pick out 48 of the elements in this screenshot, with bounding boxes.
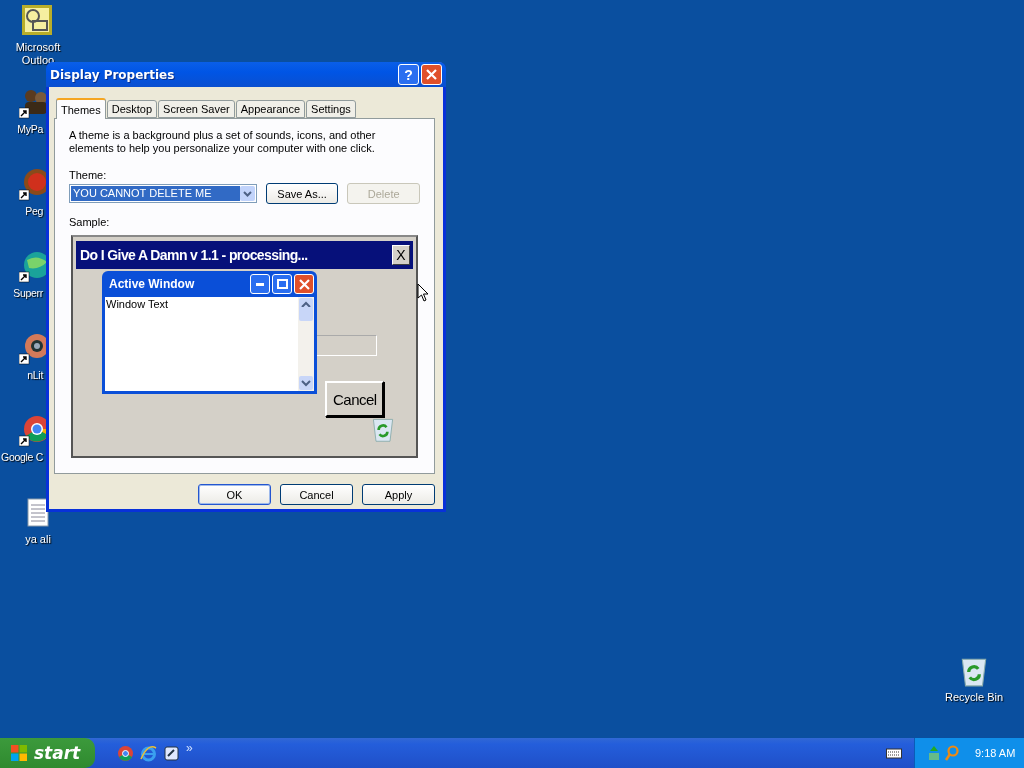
window-text: Window Text — [105, 297, 170, 312]
description-text: A theme is a background plus a set of sounds, icons, and other elements to help you personalize your computer with one click. — [69, 129, 377, 155]
more-button[interactable]: » — [186, 741, 193, 755]
theme-dropdown[interactable]: YOU CANNOT DELETE ME — [69, 184, 257, 203]
document-icon[interactable] — [163, 744, 180, 762]
icon-label: Microsoft Outloo — [14, 41, 62, 67]
icon-label: ya ali — [24, 533, 52, 546]
envelope-clock-icon[interactable] — [21, 4, 55, 38]
icon-label: Peg — [24, 205, 43, 218]
app-title: Do I Give A Damn v 1.1 - processing... — [80, 247, 309, 263]
windows-logo-icon — [10, 744, 28, 762]
dialog-button[interactable]: Cancel — [280, 484, 353, 505]
scroll-thumb-icon — [298, 306, 314, 322]
minimize-button[interactable] — [250, 274, 270, 294]
window-title: Active Window — [109, 277, 196, 291]
tab[interactable]: Settings — [306, 100, 356, 118]
tab[interactable]: Screen Saver — [158, 100, 235, 118]
tab[interactable]: Desktop — [106, 100, 158, 118]
minimize-icon — [256, 282, 264, 286]
browser-e-icon[interactable] — [140, 744, 157, 762]
app-close-button[interactable]: X — [392, 245, 410, 265]
icon-label: Recycle Bin — [943, 691, 1005, 704]
chrome-icon[interactable] — [117, 744, 134, 762]
field-label: Sample: — [69, 216, 111, 228]
icon-label: Google C — [0, 451, 43, 464]
clock: 9:18 AM — [975, 747, 1016, 759]
close-button[interactable] — [294, 274, 314, 294]
pointer-icon — [417, 283, 429, 302]
icon-label: nLit — [26, 369, 43, 382]
close-button[interactable] — [421, 64, 442, 85]
tab[interactable]: Appearance — [235, 100, 306, 118]
close-icon — [426, 69, 437, 80]
tab[interactable]: Themes — [56, 98, 106, 119]
keyboard-icon[interactable] — [886, 747, 902, 759]
window-title: Display Properties — [50, 67, 176, 82]
icon-label: Superr — [12, 287, 43, 300]
maximize-button[interactable] — [272, 274, 292, 294]
save-as-button[interactable]: Save As... — [265, 183, 339, 204]
close-icon — [298, 278, 310, 290]
dialog-button[interactable]: Apply — [362, 484, 435, 505]
dialog-button[interactable]: OK — [198, 484, 271, 505]
help-button[interactable]: ? — [398, 64, 419, 85]
cancel-button[interactable]: Cancel — [325, 381, 384, 417]
maximize-icon — [276, 279, 288, 289]
scroll-down-icon — [298, 375, 314, 391]
start-button[interactable]: start — [0, 738, 95, 768]
icon-label: MyPa — [16, 123, 43, 136]
field-label: Theme: — [69, 169, 108, 181]
